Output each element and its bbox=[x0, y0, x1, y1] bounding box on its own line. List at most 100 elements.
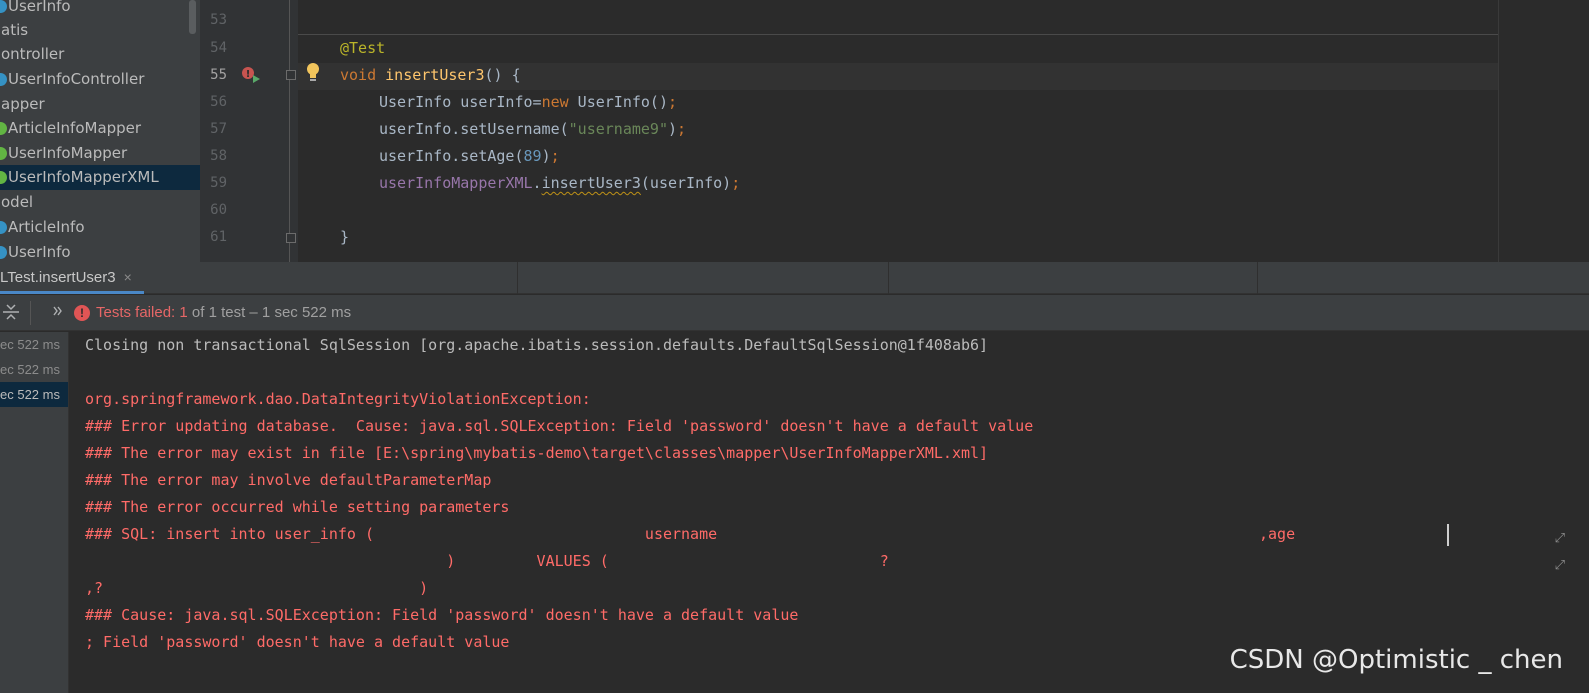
close-icon[interactable]: × bbox=[124, 269, 132, 285]
code-annotation: @Test bbox=[340, 39, 386, 57]
line-number: 57 bbox=[210, 121, 227, 137]
error-icon: ! bbox=[74, 305, 90, 321]
tree-item-userinfocontroller[interactable]: UserInfoController bbox=[0, 67, 200, 92]
code-keyword: void bbox=[340, 66, 377, 84]
soft-wrap-icon: ⤢ bbox=[1554, 557, 1565, 572]
console-line-error: ### Error updating database. Cause: java… bbox=[85, 417, 1034, 435]
code-semicolon: ; bbox=[677, 120, 687, 138]
tree-item-userinfomapperxml[interactable]: UserInfoMapperXML bbox=[0, 165, 200, 190]
class-icon bbox=[0, 0, 7, 13]
console-line-error: org.springframework.dao.DataIntegrityVio… bbox=[85, 390, 591, 408]
code-line-56: UserInfo userInfo=new UserInfo(); bbox=[379, 93, 677, 111]
line-number: 59 bbox=[210, 175, 227, 191]
test-tree: ec 522 ms ec 522 ms ec 522 ms bbox=[0, 332, 68, 693]
tests-failed-label: Tests failed: 1 bbox=[96, 304, 188, 321]
console-line-error: ### SQL: insert into user_info ( usernam… bbox=[85, 525, 1296, 543]
code-semicolon: ; bbox=[731, 174, 741, 192]
run-tab-bar: LTest.insertUser3 × bbox=[0, 262, 1589, 294]
console-output[interactable]: Closing non transactional SqlSession [or… bbox=[69, 332, 1589, 693]
tree-item-userinfomapper[interactable]: UserInfoMapper bbox=[0, 141, 200, 166]
tree-item-articleinfo[interactable]: ArticleInfo bbox=[0, 215, 200, 240]
tab-divider bbox=[517, 262, 518, 294]
code-text: () { bbox=[484, 66, 521, 84]
code-text: userInfo.setUsername( bbox=[379, 120, 569, 138]
project-tree: UserInfo atis ontroller UserInfoControll… bbox=[0, 0, 200, 262]
tree-item-userinfo-2[interactable]: UserInfo bbox=[0, 240, 200, 262]
code-text: ) bbox=[541, 147, 551, 165]
soft-wrap-icon: ⤢ bbox=[1554, 530, 1565, 545]
tree-scrollbar[interactable] bbox=[189, 0, 196, 34]
test-results-toolbar: ! Tests failed: 1 of 1 test – 1 sec 522 … bbox=[0, 295, 1589, 331]
run-tab-insertuser3[interactable]: LTest.insertUser3 × bbox=[0, 262, 144, 294]
line-number: 54 bbox=[210, 40, 227, 56]
test-row-selected[interactable]: ec 522 ms bbox=[0, 382, 68, 407]
test-row[interactable]: ec 522 ms bbox=[0, 332, 68, 357]
code-semicolon: ; bbox=[668, 93, 678, 111]
test-row[interactable]: ec 522 ms bbox=[0, 357, 68, 382]
console-line-error: ### The error may exist in file [E:\spri… bbox=[85, 444, 989, 462]
more-actions-icon[interactable] bbox=[52, 301, 64, 321]
console-line-error: ; Field 'password' doesn't have a defaul… bbox=[85, 633, 510, 651]
tree-item-controller-package[interactable]: ontroller bbox=[0, 42, 200, 67]
console-line-error: ) VALUES ( ? bbox=[85, 552, 889, 570]
code-method-call-warning[interactable]: insertUser3 bbox=[542, 174, 641, 192]
console-line-error: ### Cause: java.sql.SQLException: Field … bbox=[85, 606, 799, 624]
tree-item-mybatis-package[interactable]: atis bbox=[0, 18, 200, 43]
code-line-58: userInfo.setAge(89); bbox=[379, 147, 560, 165]
line-number-current: 55 bbox=[210, 67, 227, 83]
code-number: 89 bbox=[523, 147, 542, 165]
console-line-error: ,? ) bbox=[85, 579, 429, 597]
console-line-error: ### The error may involve defaultParamet… bbox=[85, 471, 492, 489]
lightbulb-icon[interactable] bbox=[305, 62, 321, 82]
run-tab-label: LTest.insertUser3 bbox=[0, 269, 116, 286]
run-test-icon[interactable]: ! bbox=[241, 66, 261, 84]
class-icon bbox=[0, 246, 7, 259]
code-line-55: void insertUser3() { bbox=[340, 66, 521, 84]
collapse-all-icon[interactable] bbox=[2, 303, 20, 321]
console-line: Closing non transactional SqlSession [or… bbox=[85, 336, 989, 354]
tab-divider bbox=[888, 262, 889, 294]
code-text: ) bbox=[668, 120, 678, 138]
line-number: 60 bbox=[210, 202, 227, 218]
line-number: 53 bbox=[210, 12, 227, 28]
code-line-57: userInfo.setUsername("username9"); bbox=[379, 120, 686, 138]
code-line-59: userInfoMapperXML.insertUser3(userInfo); bbox=[379, 174, 740, 192]
interface-icon bbox=[0, 171, 7, 184]
method-separator bbox=[298, 34, 1498, 35]
code-text: . bbox=[532, 174, 542, 192]
interface-icon bbox=[0, 122, 7, 135]
line-number: 58 bbox=[210, 148, 227, 164]
tree-item-model-package[interactable]: odel bbox=[0, 190, 200, 215]
code-text: userInfo.setAge( bbox=[379, 147, 524, 165]
line-number: 56 bbox=[210, 94, 227, 110]
tree-item-articleinfomapper[interactable]: ArticleInfoMapper bbox=[0, 116, 200, 141]
text-caret bbox=[1447, 524, 1449, 546]
code-semicolon: ; bbox=[550, 147, 560, 165]
code-text: (userInfo) bbox=[640, 174, 732, 192]
code-line-61: } bbox=[340, 228, 349, 246]
interface-icon bbox=[0, 147, 7, 160]
tests-summary: of 1 test – 1 sec 522 ms bbox=[187, 304, 352, 321]
class-icon bbox=[0, 221, 7, 234]
test-status: Tests failed: 1 of 1 test – 1 sec 522 ms bbox=[96, 304, 351, 321]
code-text: } bbox=[340, 228, 350, 246]
toolbar-separator bbox=[30, 301, 31, 325]
svg-text:!: ! bbox=[246, 69, 251, 80]
gutter-divider bbox=[289, 0, 290, 262]
code-text: UserInfo() bbox=[568, 93, 668, 111]
class-icon bbox=[0, 73, 7, 86]
watermark: CSDN @Optimistic _ chen bbox=[1229, 645, 1563, 675]
code-method-name: insertUser3 bbox=[385, 66, 485, 84]
fold-marker-close[interactable] bbox=[286, 233, 296, 243]
tab-divider bbox=[1257, 262, 1258, 294]
tree-item-mapper-package[interactable]: apper bbox=[0, 92, 200, 117]
code-line-54: @Test bbox=[340, 39, 385, 57]
code-field: userInfoMapperXML bbox=[379, 174, 533, 192]
fold-marker-open[interactable] bbox=[286, 70, 296, 80]
code-string: "username9" bbox=[568, 120, 668, 138]
line-number: 61 bbox=[210, 229, 227, 245]
code-keyword: new bbox=[541, 93, 569, 111]
right-margin-guide bbox=[1498, 0, 1499, 262]
console-line-error: ### The error occurred while setting par… bbox=[85, 498, 510, 516]
tree-item-userinfo[interactable]: UserInfo bbox=[0, 0, 200, 19]
